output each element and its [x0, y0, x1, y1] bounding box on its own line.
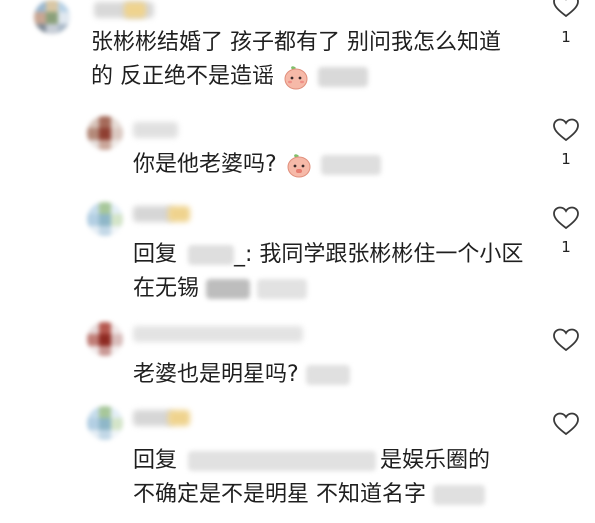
emoji-blurred [206, 279, 251, 299]
like-count: 1 [561, 150, 571, 168]
comment-text: 回复 是娱乐圈的 [133, 448, 491, 473]
peach-emoji-icon [286, 152, 312, 178]
comment-text: 张彬彬结婚了 孩子都有了 别问我怎么知道 [91, 30, 501, 55]
reply-target-blurred[interactable] [188, 245, 235, 265]
comment-text-line2: 不确定是不是明星 不知道名字 [133, 478, 485, 512]
username[interactable] [133, 410, 173, 426]
username[interactable] [133, 122, 178, 138]
comment-text: 你是他老婆吗? [133, 148, 381, 182]
avatar[interactable] [87, 406, 123, 440]
comment-item: 张彬彬结婚了 孩子都有了 别问我怎么知道 的 反正绝不是造谣 1 [0, 0, 595, 110]
avatar[interactable] [34, 0, 70, 34]
avatar[interactable] [87, 322, 123, 356]
heart-outline-icon[interactable] [553, 0, 579, 18]
username[interactable] [133, 206, 173, 222]
comment-text-line2: 的 反正绝不是造谣 [91, 60, 368, 94]
comment-text: 老婆也是明星吗? [133, 358, 350, 392]
comment-item: 你是他老婆吗? 1 [0, 110, 595, 200]
emoji-blurred [257, 279, 308, 299]
comment-item: 老婆也是明星吗? [0, 320, 595, 402]
emoji-blurred [433, 485, 485, 505]
emoji-blurred [305, 365, 350, 385]
reply-prefix: 回复 [133, 242, 178, 267]
like-count: 1 [561, 28, 571, 46]
reply-target-blurred[interactable] [188, 451, 377, 471]
username[interactable] [133, 326, 303, 342]
username-tag [124, 2, 146, 18]
emoji-blurred [318, 67, 368, 87]
heart-outline-icon[interactable] [553, 206, 579, 230]
heart-outline-icon[interactable] [553, 328, 579, 352]
emoji-blurred [320, 155, 381, 175]
username-tag [168, 206, 190, 222]
heart-outline-icon[interactable] [553, 118, 579, 142]
like-count: 1 [561, 238, 571, 256]
heart-outline-icon[interactable] [553, 412, 579, 436]
avatar[interactable] [87, 202, 123, 236]
avatar[interactable] [87, 116, 123, 150]
reply-prefix: 回复 [133, 448, 178, 473]
comment-item: 回复 是娱乐圈的 不确定是不是明星 不知道名字 [0, 402, 595, 523]
comment-text: 回复 _: 我同学跟张彬彬住一个小区 [133, 242, 524, 267]
comment-text-line2: 在无锡 [133, 272, 308, 306]
username-tag [168, 410, 190, 426]
comment-item: 回复 _: 我同学跟张彬彬住一个小区 在无锡 1 [0, 200, 595, 312]
peach-emoji-icon [283, 64, 309, 90]
